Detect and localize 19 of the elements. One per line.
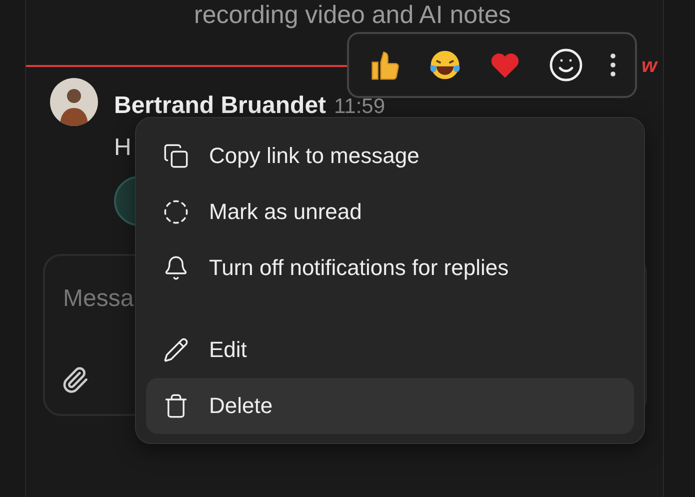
author-name: Bertrand Bruandet	[114, 92, 326, 120]
new-label: w	[640, 54, 659, 78]
paperclip-icon[interactable]	[61, 366, 89, 394]
copy-icon	[163, 143, 189, 169]
avatar	[50, 78, 98, 126]
laughing-face-icon	[428, 48, 462, 82]
pencil-icon	[163, 337, 189, 363]
menu-item[interactable]: Mark as unread	[146, 184, 634, 240]
banner-text: recording video and AI notes	[193, 0, 512, 30]
message-time: 11:59	[334, 95, 386, 119]
dashed-circle-icon	[163, 199, 189, 225]
more-icon	[610, 53, 616, 77]
trash-icon	[163, 393, 189, 419]
message-text: H	[114, 134, 132, 162]
menu-item[interactable]: Edit	[146, 322, 634, 378]
smiley-icon	[548, 47, 584, 83]
menu-item[interactable]: Delete	[146, 378, 634, 434]
menu-item[interactable]: Copy link to message	[146, 128, 634, 184]
bell-icon	[163, 255, 189, 281]
